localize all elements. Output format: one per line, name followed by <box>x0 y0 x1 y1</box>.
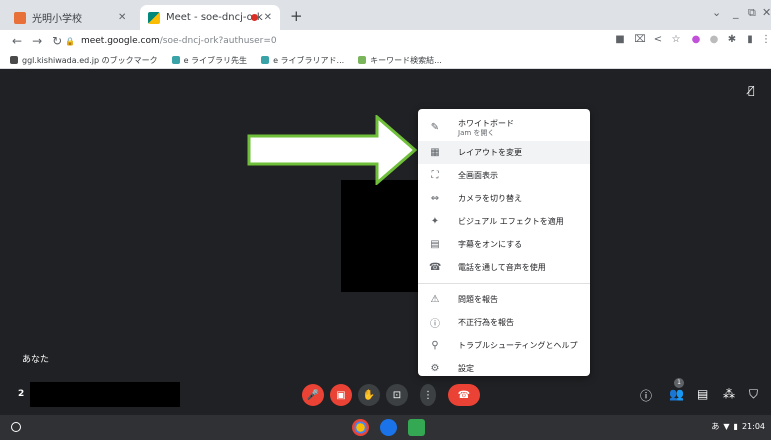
translate-icon[interactable]: ⌧ <box>634 34 646 46</box>
tab-meet[interactable]: Meet - soe-dncj-ork ✕ <box>140 5 280 30</box>
menu-item-report-abuse[interactable]: ⓘ 不正行為を報告 <box>418 311 590 334</box>
pencil-icon: ✎ <box>430 121 440 133</box>
activities-icon[interactable]: ⁂ <box>723 387 735 401</box>
people-icon[interactable]: 👥 <box>669 387 684 401</box>
url-host: meet.google.com <box>80 36 160 46</box>
clock: 21:04 <box>741 422 765 431</box>
chat-icon[interactable]: ▤ <box>697 387 708 401</box>
reload-icon[interactable]: ↻ <box>52 34 62 48</box>
os-shelf: あ ▼ ▮ 21:04 <box>0 415 771 440</box>
raise-hand-button[interactable]: ✋ <box>358 384 380 406</box>
new-tab-button[interactable]: + <box>290 7 303 25</box>
info-icon: ⓘ <box>430 319 440 330</box>
mic-off-icon: 🎙̸ <box>748 84 755 97</box>
forward-icon[interactable]: → <box>32 34 42 48</box>
more-options-menu: ✎ ホワイトボード Jam を開く ▦ レイアウトを変更 ⛶ 全画面表示 ⇔ カ… <box>418 109 590 376</box>
menu-item-visual-effects[interactable]: ✦ ビジュアル エフェクトを適用 <box>418 210 590 233</box>
camera-status-icon[interactable]: ■ <box>614 34 626 46</box>
name-bar <box>30 382 180 407</box>
phone-icon: ☎ <box>429 262 442 273</box>
sidepanel-icon[interactable]: ▮ <box>744 34 756 46</box>
extension-icon[interactable]: ● <box>708 34 720 46</box>
wifi-icon: ▼ <box>723 422 730 431</box>
bookmark-item[interactable]: キーワード検索結... <box>358 55 442 66</box>
bookmarks-bar: ggl.kishiwada.ed.jp のブックマーク e ライブラリ先生 e … <box>0 52 771 69</box>
chrome-icon[interactable] <box>352 419 369 436</box>
captions-icon: ▤ <box>430 239 440 250</box>
lock-icon: 🔒 <box>65 36 75 46</box>
school-favicon-icon <box>14 11 26 24</box>
menu-item-captions[interactable]: ▤ 字幕をオンにする <box>418 233 590 256</box>
tab-title: Meet - soe-dncj-ork <box>166 12 263 23</box>
restore-icon[interactable]: ⧉ <box>748 6 756 20</box>
camera-off-icon: ▣ <box>336 389 346 401</box>
gear-icon: ⚙ <box>430 363 440 374</box>
menu-item-troubleshooting[interactable]: ⚲ トラブルシューティングとヘルプ <box>418 334 590 357</box>
present-icon: ⊡ <box>392 389 402 401</box>
fullscreen-icon: ⛶ <box>431 170 439 181</box>
tab-title: 光明小学校 <box>32 14 82 25</box>
share-icon[interactable]: < <box>652 34 664 46</box>
leave-call-button[interactable]: ☎ <box>448 384 480 406</box>
minimize-icon[interactable]: _ <box>733 6 739 19</box>
meet-favicon-icon <box>148 11 160 24</box>
help-search-icon: ⚲ <box>431 340 439 351</box>
host-controls-icon[interactable]: ⛉ <box>749 387 758 402</box>
omnibox[interactable]: 🔒 meet.google.com/soe-dncj-ork?authuser=… <box>65 32 640 50</box>
meet-app-icon[interactable] <box>408 419 425 436</box>
hangup-icon: ☎ <box>457 389 471 401</box>
bookmark-item[interactable]: e ライブラリ先生 <box>171 55 247 66</box>
layout-icon: ▦ <box>430 147 440 158</box>
menu-divider <box>418 283 590 284</box>
star-icon[interactable]: ☆ <box>670 34 682 46</box>
hand-icon: ✋ <box>362 389 376 401</box>
url-path: /soe-dncj-ork?authuser=0 <box>159 36 277 46</box>
mic-off-icon: 🎤 <box>306 389 320 401</box>
recording-icon <box>251 14 258 21</box>
sparkle-icon: ✦ <box>430 216 440 227</box>
menu-item-whiteboard[interactable]: ✎ ホワイトボード Jam を開く <box>418 113 590 141</box>
close-tab-icon[interactable]: ✕ <box>264 12 272 23</box>
menu-item-change-layout[interactable]: ▦ レイアウトを変更 <box>418 141 590 164</box>
menu-item-report-problem[interactable]: ⚠ 問題を報告 <box>418 288 590 311</box>
kebab-menu-icon[interactable]: ⋮ <box>760 34 771 46</box>
more-options-button[interactable]: ⋮ <box>420 384 436 406</box>
tab-strip: 光明小学校 ✕ Meet - soe-dncj-ork ✕ + ⌄ _ ⧉ ✕ <box>0 0 771 30</box>
info-icon[interactable]: ⓘ <box>640 387 652 404</box>
kebab-menu-icon: ⋮ <box>423 389 433 401</box>
launcher-icon[interactable] <box>11 422 21 432</box>
menu-item-phone-audio[interactable]: ☎ 電話を通して音声を使用 <box>418 256 590 279</box>
ime-indicator: あ <box>711 422 720 431</box>
folder-icon <box>10 56 18 64</box>
bookmark-item[interactable]: ggl.kishiwada.ed.jp のブックマーク <box>10 55 158 66</box>
mic-toggle-button[interactable]: 🎤 <box>302 384 324 406</box>
system-tray[interactable]: あ ▼ ▮ 21:04 <box>711 421 765 432</box>
self-number: 2 <box>18 389 25 399</box>
extension-icon[interactable]: ● <box>690 34 702 46</box>
camera-toggle-button[interactable]: ▣ <box>330 384 352 406</box>
bookmark-item[interactable]: e ライブラリアド... <box>261 55 344 66</box>
menu-item-fullscreen[interactable]: ⛶ 全画面表示 <box>418 164 590 187</box>
files-icon[interactable] <box>380 419 397 436</box>
close-window-icon[interactable]: ✕ <box>762 6 771 19</box>
menu-item-switch-camera[interactable]: ⇔ カメラを切り替え <box>418 187 590 210</box>
bookmark-favicon-icon <box>171 56 180 64</box>
present-button[interactable]: ⊡ <box>386 384 408 406</box>
back-icon[interactable]: ← <box>12 34 22 48</box>
battery-icon: ▮ <box>733 422 738 431</box>
feedback-icon: ⚠ <box>430 294 440 305</box>
participants-count-badge: 1 <box>674 378 684 388</box>
menu-item-settings[interactable]: ⚙ 設定 <box>418 357 590 380</box>
green-arrow-annotation <box>247 115 417 185</box>
puzzle-icon[interactable]: ✱ <box>726 34 738 46</box>
bookmark-favicon-icon <box>261 56 270 64</box>
switch-camera-icon: ⇔ <box>430 193 440 204</box>
bookmark-favicon-icon <box>358 56 367 64</box>
self-label: あなた <box>22 355 50 365</box>
chevron-down-icon[interactable]: ⌄ <box>712 6 721 19</box>
